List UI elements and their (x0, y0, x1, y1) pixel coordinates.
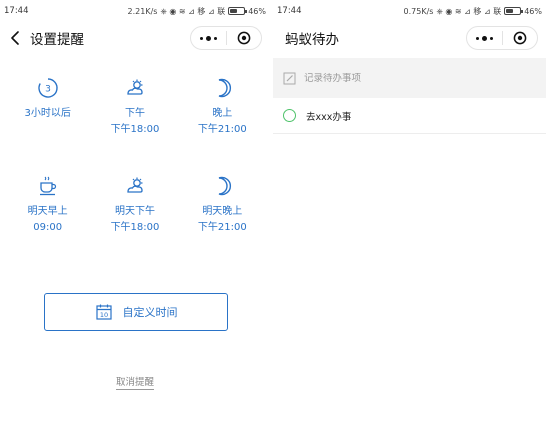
todo-checkbox[interactable] (283, 109, 296, 122)
nav-bar: 蚂蚁待办 (273, 22, 546, 54)
more-dots-icon (199, 36, 203, 40)
edit-pencil-icon (283, 72, 296, 84)
custom-time-label: 自定义时间 (122, 306, 178, 319)
svg-text:3: 3 (45, 85, 51, 95)
status-bar: 17:44 2.21K/s ⎈ ◉ ≋ ⊿ 移 ⊿ 联 46% (0, 0, 270, 22)
mini-program-capsule (466, 26, 538, 50)
page-title: 设置提醒 (30, 32, 84, 48)
option-tomorrow-morning[interactable]: 明天早上 09:00 (5, 174, 91, 236)
battery-icon (504, 7, 524, 15)
more-button[interactable] (191, 27, 226, 49)
sun-cloud-icon (127, 177, 143, 193)
mini-program-capsule (190, 26, 262, 50)
status-time: 17:44 (277, 6, 302, 16)
battery-level: 46% (248, 6, 266, 16)
battery-icon (228, 7, 248, 15)
todo-text: 去xxx办事 (306, 111, 352, 123)
target-close-icon (237, 31, 251, 45)
network-speed: 0.75K/s (403, 6, 434, 16)
custom-time-button[interactable]: 10 自定义时间 (44, 293, 228, 331)
option-afternoon[interactable]: 下午 下午18:00 (92, 76, 178, 138)
reminder-settings-screen: 17:44 2.21K/s ⎈ ◉ ≋ ⊿ 移 ⊿ 联 46% 设置提醒 3 3… (0, 0, 270, 429)
reminder-options-grid: 3 3小时以后 下午 下午18:00 晚上 下午21:00 明天早上 09:00… (0, 76, 270, 236)
svg-text:10: 10 (99, 311, 107, 319)
cancel-reminder-link[interactable]: 取消提醒 (115, 377, 154, 390)
status-time: 17:44 (4, 6, 29, 16)
target-close-icon (513, 31, 527, 45)
more-dots-icon (475, 36, 479, 40)
sun-cloud-icon (127, 79, 143, 95)
todo-list-screen: 17:44 0.75K/s ⎈ ◉ ≋ ⊿ 移 ⊿ 联 46% 蚂蚁待办 去xx… (273, 0, 546, 429)
signal-icons: ⎈ ◉ ≋ ⊿ 移 ⊿ 联 (436, 6, 502, 16)
network-speed: 2.21K/s (127, 6, 158, 16)
coffee-cup-icon (39, 176, 56, 196)
option-tomorrow-evening[interactable]: 明天晚上 下午21:00 (179, 174, 265, 236)
clock-3-icon: 3 (37, 78, 58, 98)
option-tomorrow-afternoon[interactable]: 明天下午 下午18:00 (92, 174, 178, 236)
back-button[interactable] (4, 22, 26, 54)
nav-bar: 设置提醒 (0, 22, 270, 54)
chevron-left-icon (11, 31, 19, 45)
moon-icon (219, 78, 232, 98)
battery-level: 46% (524, 6, 542, 16)
new-todo-input[interactable] (304, 72, 504, 84)
option-in-3-hours[interactable]: 3 3小时以后 (5, 76, 91, 138)
status-bar: 17:44 0.75K/s ⎈ ◉ ≋ ⊿ 移 ⊿ 联 46% (273, 0, 546, 22)
calendar-icon: 10 (95, 304, 112, 320)
new-todo-row (273, 58, 546, 98)
option-evening[interactable]: 晚上 下午21:00 (179, 76, 265, 138)
signal-icons: ⎈ ◉ ≋ ⊿ 移 ⊿ 联 (160, 6, 226, 16)
more-button[interactable] (467, 27, 502, 49)
todo-item[interactable]: 去xxx办事 (273, 98, 546, 134)
close-mini-program-button[interactable] (503, 27, 538, 49)
close-mini-program-button[interactable] (227, 27, 262, 49)
page-title: 蚂蚁待办 (285, 32, 339, 48)
moon-icon (219, 176, 232, 196)
